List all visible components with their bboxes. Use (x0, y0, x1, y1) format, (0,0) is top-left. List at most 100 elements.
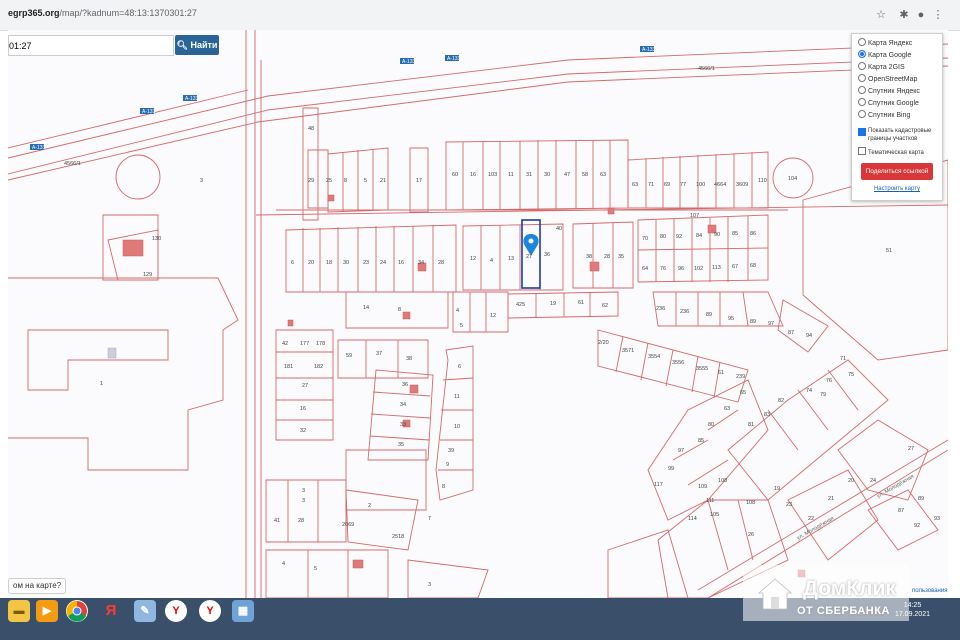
svg-text:22: 22 (808, 516, 814, 522)
svg-text:81: 81 (748, 422, 754, 428)
map-attribution[interactable]: пользования (912, 588, 947, 594)
show-boundaries-checkbox[interactable]: Показать кадастровые границы участков (858, 127, 938, 142)
yandex-icon[interactable]: Y (165, 600, 187, 622)
menu-icon[interactable]: ⋮ (930, 7, 946, 23)
share-link-button[interactable]: Поделиться ссылкой (861, 163, 933, 180)
svg-text:4566/1: 4566/1 (64, 161, 81, 167)
svg-text:60: 60 (452, 172, 458, 178)
thematic-map-checkbox[interactable]: Тематическая карта (858, 147, 924, 158)
find-button-label: Найти (190, 40, 218, 50)
yandex-icon[interactable]: Y (199, 600, 221, 622)
svg-text:А-133: А-133 (142, 109, 156, 115)
svg-text:95: 95 (728, 316, 734, 322)
photos-icon[interactable]: ▦ (232, 600, 254, 622)
svg-text:6: 6 (291, 260, 294, 266)
svg-text:177: 177 (300, 341, 309, 347)
svg-text:16: 16 (300, 406, 306, 412)
svg-text:80: 80 (660, 234, 666, 240)
svg-text:425: 425 (516, 302, 525, 308)
folder-icon[interactable]: ▬ (8, 600, 30, 622)
svg-text:25: 25 (326, 178, 332, 184)
svg-text:14: 14 (363, 305, 369, 311)
svg-text:108: 108 (746, 500, 755, 506)
watermark-title: ДомКлик (803, 577, 896, 600)
svg-text:92: 92 (914, 523, 920, 529)
svg-text:3555: 3555 (696, 366, 708, 372)
svg-text:24: 24 (870, 478, 876, 484)
svg-text:17: 17 (416, 178, 422, 184)
svg-text:105: 105 (710, 512, 719, 518)
radio-icon[interactable] (858, 38, 866, 46)
svg-text:9: 9 (446, 462, 449, 468)
cadastral-map[interactable]: А-133 А-133 А-133 А-133 А-133 А-133 48 2… (8, 30, 948, 598)
layer-option-google-map[interactable]: Карта Google (858, 50, 911, 61)
checkbox-icon[interactable] (858, 147, 866, 155)
svg-text:3: 3 (428, 582, 431, 588)
find-button[interactable]: 🔍︎ Найти (175, 35, 219, 55)
svg-text:20: 20 (848, 478, 854, 484)
svg-text:33: 33 (400, 422, 406, 428)
svg-text:32: 32 (300, 428, 306, 434)
chrome-icon[interactable] (66, 600, 88, 622)
svg-text:62: 62 (602, 303, 608, 309)
svg-text:3609: 3609 (736, 182, 748, 188)
svg-text:239: 239 (736, 374, 745, 380)
radio-icon[interactable] (858, 86, 866, 94)
svg-text:34: 34 (400, 402, 406, 408)
extensions-icon[interactable]: ✱ (896, 7, 912, 23)
radio-icon[interactable] (858, 110, 866, 118)
radio-icon[interactable] (858, 62, 866, 70)
radio-icon[interactable] (858, 74, 866, 82)
svg-text:47: 47 (564, 172, 570, 178)
layer-option-openstreetmap[interactable]: OpenStreetMap (858, 74, 917, 85)
svg-text:40: 40 (556, 226, 562, 232)
paint-icon[interactable]: ✎ (134, 600, 156, 622)
watermark-subtitle: ОТ СБЕРБАНКА (797, 605, 890, 617)
radio-icon[interactable] (858, 98, 866, 106)
layer-option-2gis-map[interactable]: Карта 2GIS (858, 62, 905, 73)
svg-text:130: 130 (152, 236, 161, 242)
svg-text:11: 11 (454, 394, 460, 400)
svg-text:24: 24 (380, 260, 386, 266)
svg-text:38: 38 (406, 356, 412, 362)
layer-option-yandex-map[interactable]: Карта Яндекс (858, 38, 912, 49)
layer-option-yandex-satellite[interactable]: Спутник Яндекс (858, 86, 920, 97)
url-path: /map/?kadnum=48:13:1370301:27 (59, 8, 197, 18)
layer-option-google-satellite[interactable]: Спутник Google (858, 98, 919, 109)
svg-text:38: 38 (586, 254, 592, 260)
svg-text:23: 23 (786, 502, 792, 508)
layer-option-bing-satellite[interactable]: Спутник Bing (858, 110, 910, 121)
search-box[interactable] (8, 35, 174, 56)
svg-text:3: 3 (200, 178, 203, 184)
star-icon[interactable]: ☆ (873, 7, 889, 23)
setup-map-link[interactable]: Настроить карту (852, 186, 942, 192)
svg-text:35: 35 (398, 442, 404, 448)
layer-label: Карта Яндекс (868, 40, 913, 47)
svg-text:36: 36 (402, 382, 408, 388)
checkbox-checked-icon[interactable] (858, 128, 866, 136)
profile-icon[interactable]: ● (913, 7, 929, 23)
svg-text:5: 5 (364, 178, 367, 184)
svg-text:83: 83 (764, 412, 770, 418)
svg-text:85: 85 (698, 438, 704, 444)
svg-text:27: 27 (908, 446, 914, 452)
svg-text:3554: 3554 (648, 354, 660, 360)
yandex-browser-icon[interactable]: Я (100, 600, 122, 622)
svg-text:99: 99 (668, 466, 674, 472)
svg-text:82: 82 (778, 398, 784, 404)
svg-text:100: 100 (696, 182, 705, 188)
svg-text:93: 93 (934, 516, 940, 522)
media-player-icon[interactable]: ▶ (36, 600, 58, 622)
svg-text:80: 80 (708, 422, 714, 428)
svg-text:102: 102 (694, 266, 703, 272)
svg-text:12: 12 (470, 256, 476, 262)
radio-selected-icon[interactable] (858, 50, 866, 58)
search-input[interactable] (9, 37, 159, 55)
help-hint[interactable]: ом на карте? (8, 578, 67, 594)
address-bar[interactable]: egrp365.org/map/?kadnum=48:13:1370301:27 (8, 8, 197, 18)
svg-text:63: 63 (600, 172, 606, 178)
svg-text:89: 89 (706, 312, 712, 318)
svg-text:27: 27 (302, 383, 308, 389)
svg-text:63: 63 (632, 182, 638, 188)
svg-text:3: 3 (302, 488, 305, 494)
